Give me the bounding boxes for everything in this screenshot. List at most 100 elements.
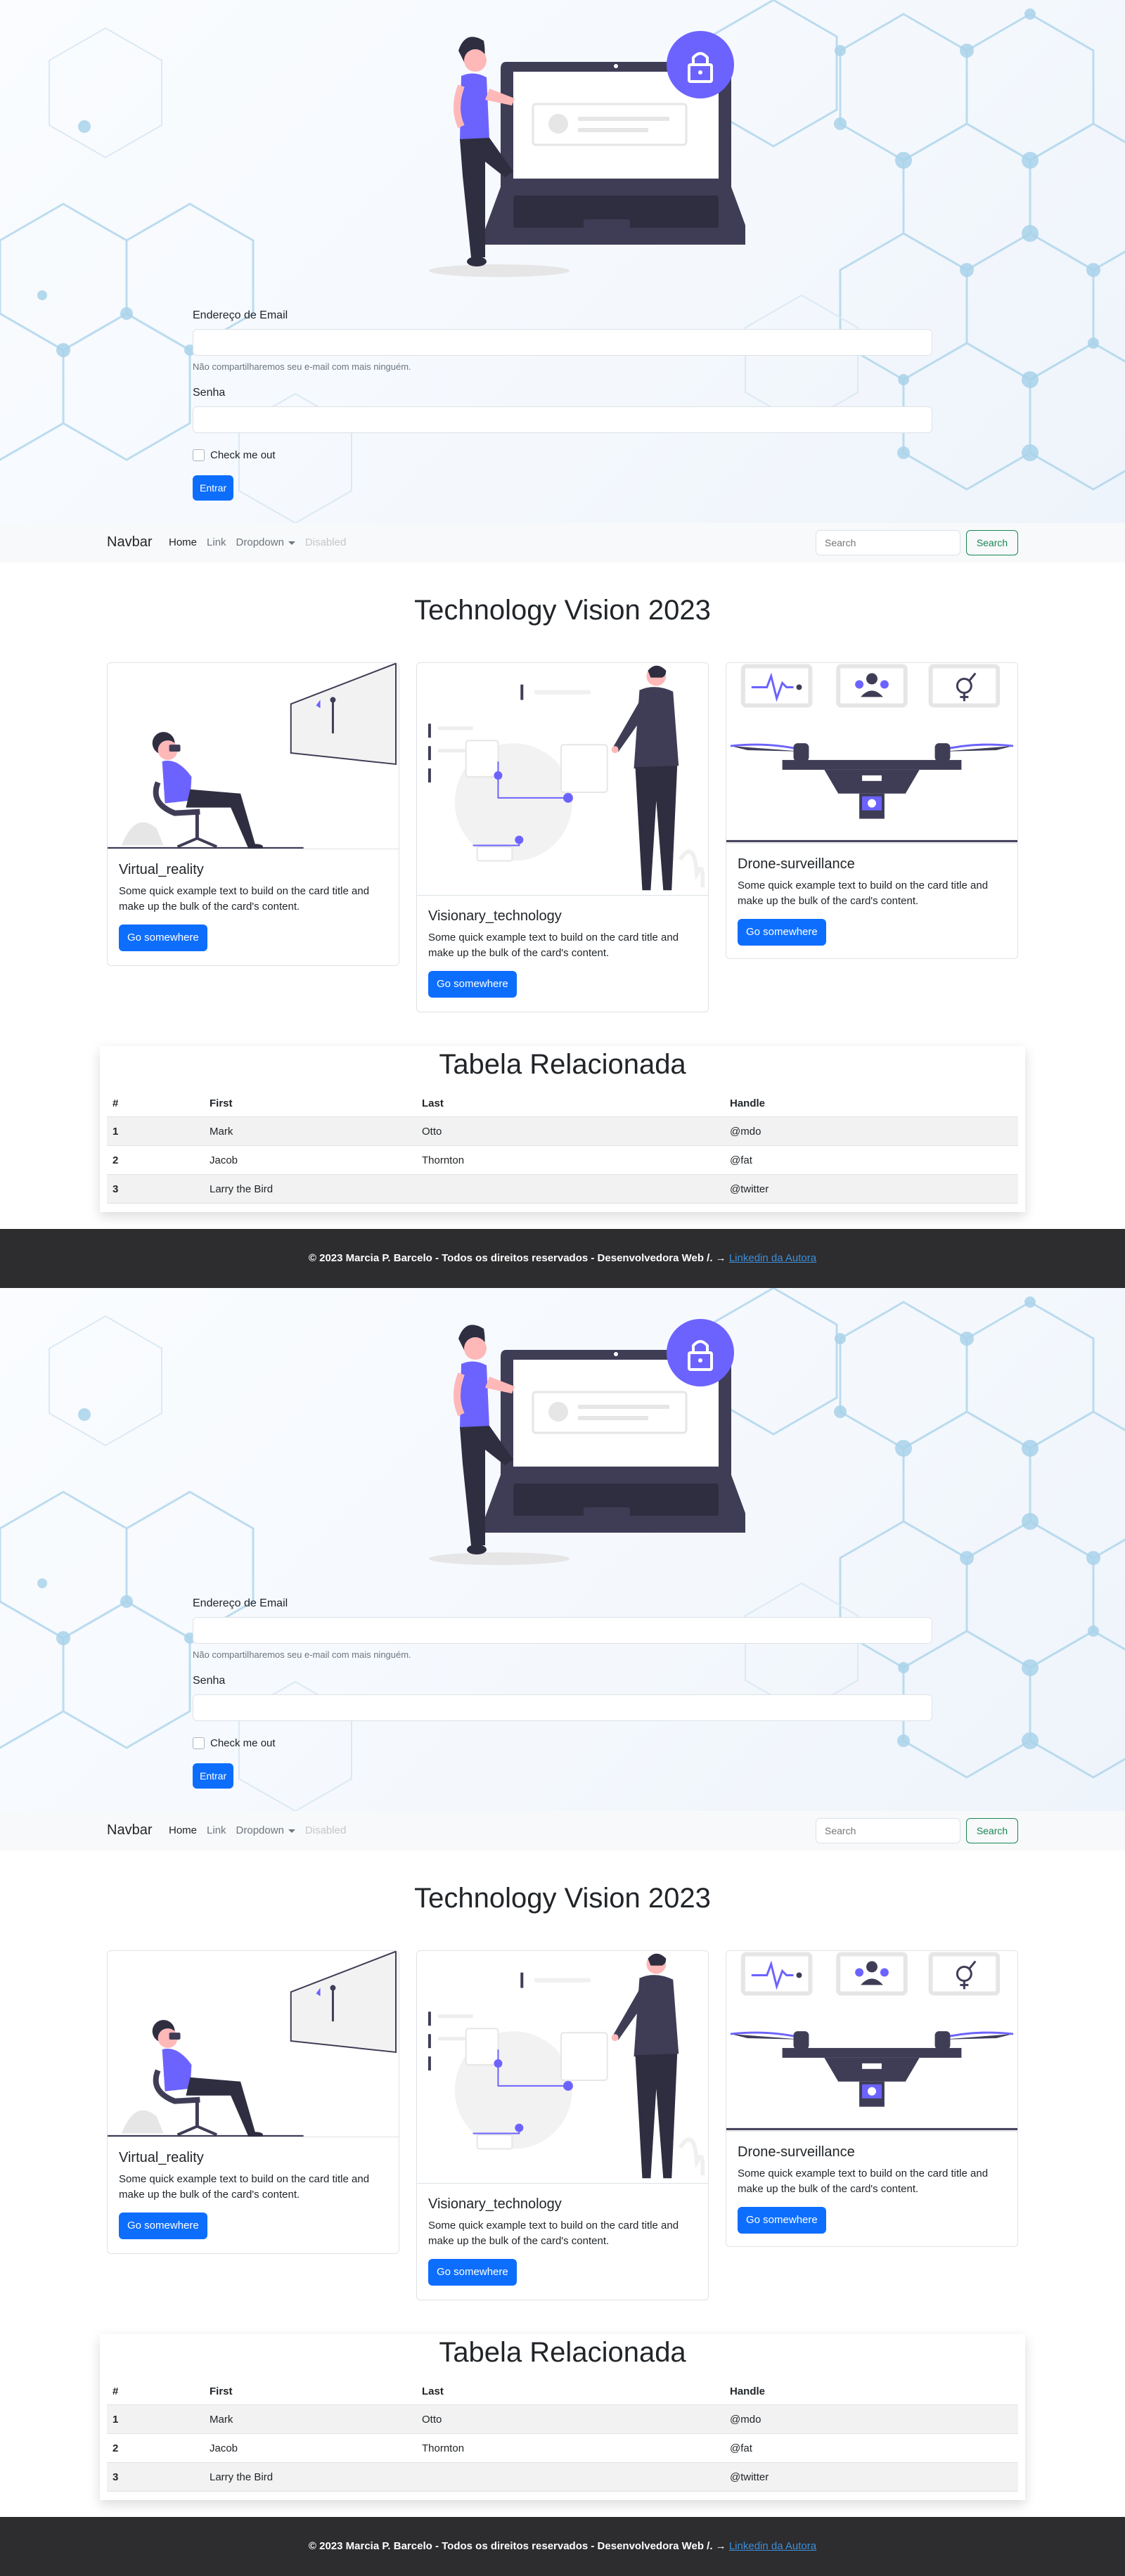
related-table: # First Last Handle 1 Mark Otto @mdo 2 J… bbox=[107, 2378, 1018, 2492]
table-cell: Larry the Bird bbox=[204, 2462, 416, 2492]
navbar-brand[interactable]: Navbar bbox=[107, 534, 152, 550]
navbar: Navbar Home Link Dropdown Disabled Searc… bbox=[0, 523, 1125, 562]
table-header: First bbox=[204, 1090, 416, 1117]
table-header: Handle bbox=[724, 1090, 1018, 1117]
go-somewhere-button[interactable]: Go somewhere bbox=[119, 925, 207, 951]
nav-item-disabled: Disabled bbox=[304, 1824, 347, 1836]
go-somewhere-button[interactable]: Go somewhere bbox=[428, 971, 517, 998]
check-me-out-checkbox[interactable] bbox=[193, 449, 205, 461]
footer-text: © 2023 Marcia P. Barcelo - Todos os dire… bbox=[308, 2540, 726, 2552]
card-title: Virtual_reality bbox=[119, 862, 204, 877]
check-me-out-label: Check me out bbox=[210, 1737, 276, 1749]
email-help-text: Não compartilharemos seu e-mail com mais… bbox=[193, 1649, 411, 1660]
nav-item-home[interactable]: Home bbox=[169, 536, 197, 548]
navbar-brand[interactable]: Navbar bbox=[107, 1822, 152, 1838]
check-me-out-checkbox[interactable] bbox=[193, 1737, 205, 1749]
drone-surveillance-illustration bbox=[726, 1951, 1017, 2132]
table-cell: 3 bbox=[107, 1174, 204, 1204]
card-text: Some quick example text to build on the … bbox=[738, 880, 989, 907]
card-visionary-technology: Visionary_technology Some quick example … bbox=[416, 1950, 709, 2300]
search-button[interactable]: Search bbox=[966, 530, 1018, 555]
nav-item-link[interactable]: Link bbox=[207, 536, 226, 548]
table-title: Tabela Relacionada bbox=[439, 2337, 686, 2368]
card-body: Visionary_technology Some quick example … bbox=[417, 2184, 708, 2297]
card-text: Some quick example text to build on the … bbox=[119, 2173, 370, 2201]
go-somewhere-button[interactable]: Go somewhere bbox=[428, 2259, 517, 2286]
card-virtual-reality: Virtual_reality Some quick example text … bbox=[107, 662, 399, 966]
drone-surveillance-illustration bbox=[726, 663, 1017, 844]
related-table-card: Tabela Relacionada # First Last Handle 1… bbox=[100, 1046, 1025, 1212]
table-cell: Otto bbox=[416, 2404, 724, 2434]
search-button[interactable]: Search bbox=[966, 1818, 1018, 1843]
related-table: # First Last Handle 1 Mark Otto @mdo 2 J… bbox=[107, 1090, 1018, 1204]
login-form: Endereço de Email Não compartilharemos s… bbox=[193, 309, 932, 501]
search-input[interactable] bbox=[816, 1818, 960, 1843]
nav-links: Home Link Dropdown Disabled bbox=[169, 536, 356, 548]
nav-item-link[interactable]: Link bbox=[207, 1824, 226, 1836]
nav-item-home[interactable]: Home bbox=[169, 1824, 197, 1836]
card-text: Some quick example text to build on the … bbox=[738, 2168, 989, 2195]
nav-links: Home Link Dropdown Disabled bbox=[169, 1824, 356, 1836]
table-row: 1 Mark Otto @mdo bbox=[107, 2404, 1018, 2434]
chevron-down-icon bbox=[288, 541, 295, 545]
table-cell: Mark bbox=[204, 1116, 416, 1146]
login-form: Endereço de Email Não compartilharemos s… bbox=[193, 1597, 932, 1789]
page-copy-2: Endereço de Email Não compartilharemos s… bbox=[0, 1288, 1125, 2576]
card-title: Virtual_reality bbox=[119, 2150, 204, 2165]
table-cell: 2 bbox=[107, 2433, 204, 2463]
card-drone-surveillance: Drone-surveillance Some quick example te… bbox=[726, 1950, 1018, 2247]
table-cell: @twitter bbox=[724, 2462, 1018, 2492]
password-field[interactable] bbox=[193, 406, 932, 433]
table-header: Handle bbox=[724, 2378, 1018, 2405]
table-cell: @fat bbox=[724, 2433, 1018, 2463]
table-header: # bbox=[107, 1090, 204, 1117]
card-text: Some quick example text to build on the … bbox=[428, 2220, 679, 2247]
email-field[interactable] bbox=[193, 1617, 932, 1644]
login-illustration bbox=[429, 1319, 745, 1565]
go-somewhere-button[interactable]: Go somewhere bbox=[119, 2213, 207, 2239]
virtual-reality-illustration bbox=[108, 663, 399, 849]
virtual-reality-illustration bbox=[108, 1951, 399, 2137]
nav-item-dropdown-label: Dropdown bbox=[236, 1824, 284, 1836]
nav-item-dropdown-label: Dropdown bbox=[236, 536, 284, 548]
search-input[interactable] bbox=[816, 530, 960, 555]
table-cell: @mdo bbox=[724, 2404, 1018, 2434]
linkedin-link[interactable]: Linkedin da Autora bbox=[729, 2540, 816, 2552]
related-table-card: Tabela Relacionada # First Last Handle 1… bbox=[100, 2334, 1025, 2500]
password-field[interactable] bbox=[193, 1694, 932, 1721]
card-body: Visionary_technology Some quick example … bbox=[417, 896, 708, 1009]
check-me-out-row: Check me out bbox=[193, 447, 932, 463]
submit-button[interactable]: Entrar bbox=[193, 475, 234, 501]
table-cell: Jacob bbox=[204, 2433, 416, 2463]
table-cell: @fat bbox=[724, 1145, 1018, 1175]
go-somewhere-button[interactable]: Go somewhere bbox=[738, 2207, 826, 2234]
table-row: 3 Larry the Bird @twitter bbox=[107, 2462, 1018, 2492]
card-virtual-reality: Virtual_reality Some quick example text … bbox=[107, 1950, 399, 2254]
footer: © 2023 Marcia P. Barcelo - Todos os dire… bbox=[0, 2517, 1125, 2576]
section-title: Technology Vision 2023 bbox=[414, 1883, 711, 1914]
chevron-down-icon bbox=[288, 1829, 295, 1833]
nav-item-dropdown[interactable]: Dropdown bbox=[236, 536, 295, 548]
table-cell: Thornton bbox=[416, 2433, 724, 2463]
card-drone-surveillance: Drone-surveillance Some quick example te… bbox=[726, 662, 1018, 959]
nav-item-dropdown[interactable]: Dropdown bbox=[236, 1824, 295, 1836]
card-body: Drone-surveillance Some quick example te… bbox=[726, 2132, 1017, 2245]
submit-button[interactable]: Entrar bbox=[193, 1763, 234, 1789]
check-me-out-row: Check me out bbox=[193, 1735, 932, 1751]
go-somewhere-button[interactable]: Go somewhere bbox=[738, 919, 826, 946]
table-cell: Larry the Bird bbox=[204, 1174, 416, 1204]
linkedin-link[interactable]: Linkedin da Autora bbox=[729, 1252, 816, 1264]
table-row: 2 Jacob Thornton @fat bbox=[107, 2433, 1018, 2463]
section-title: Technology Vision 2023 bbox=[414, 595, 711, 626]
password-label: Senha bbox=[193, 387, 226, 399]
email-label: Endereço de Email bbox=[193, 1597, 288, 1609]
email-field[interactable] bbox=[193, 329, 932, 356]
table-cell: @twitter bbox=[724, 1174, 1018, 1204]
table-cell: 1 bbox=[107, 2404, 204, 2434]
card-title: Drone-surveillance bbox=[738, 856, 855, 872]
table-cell: 2 bbox=[107, 1145, 204, 1175]
table-cell: Jacob bbox=[204, 1145, 416, 1175]
card-text: Some quick example text to build on the … bbox=[428, 932, 679, 959]
footer-text: © 2023 Marcia P. Barcelo - Todos os dire… bbox=[308, 1252, 726, 1264]
check-me-out-label: Check me out bbox=[210, 449, 276, 461]
